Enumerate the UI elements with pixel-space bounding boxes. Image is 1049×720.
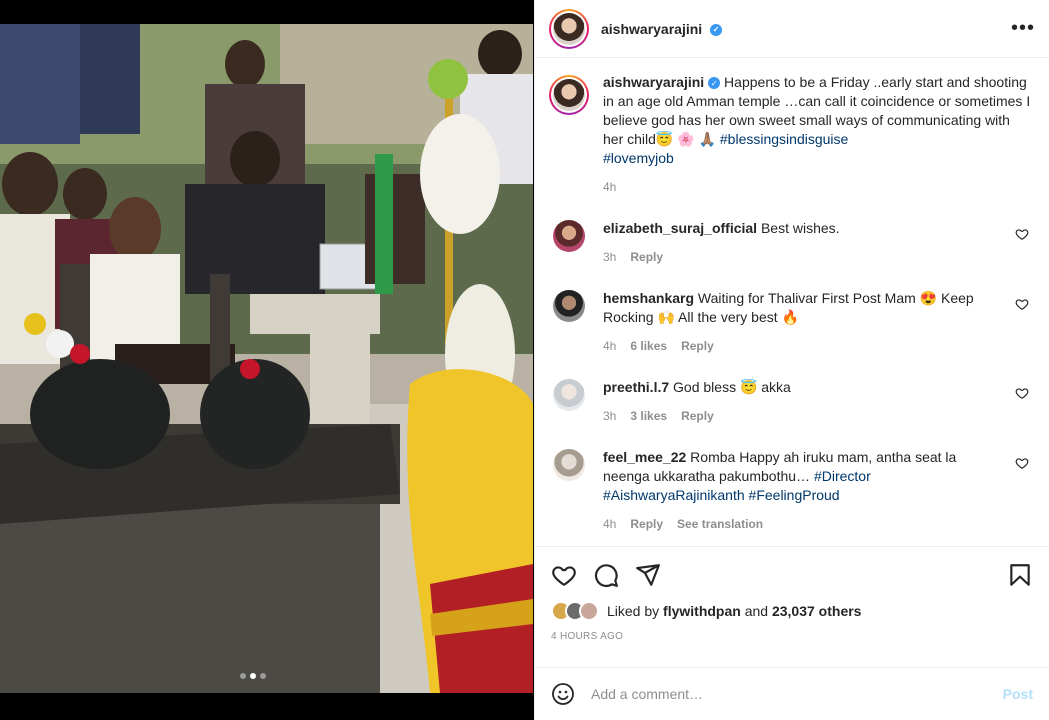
comment-timestamp[interactable]: 4h xyxy=(603,337,616,356)
commenter-username[interactable]: preethi.l.7 xyxy=(603,379,669,395)
carousel-dots xyxy=(240,673,266,679)
comment-timestamp[interactable]: 3h xyxy=(603,407,616,426)
reply-button[interactable]: Reply xyxy=(681,337,714,356)
hashtag-link[interactable]: #FeelingProud xyxy=(749,487,840,503)
action-icons xyxy=(551,561,1033,589)
carousel-dot-active xyxy=(250,673,256,679)
comment-text: God bless 😇 akka xyxy=(669,379,791,395)
save-bookmark-icon[interactable] xyxy=(1007,562,1033,588)
commenter-username[interactable]: feel_mee_22 xyxy=(603,449,686,465)
post-details-pane: aishwaryarajini ✓ ••• aishwaryarajini ✓ H… xyxy=(534,0,1049,720)
share-send-icon[interactable] xyxy=(635,562,661,588)
comment-text: Best wishes. xyxy=(757,220,840,236)
commenter-username[interactable]: hemshankarg xyxy=(603,290,694,306)
comments-list[interactable]: aishwaryarajini ✓ Happens to be a Friday … xyxy=(535,59,1049,546)
post-photo[interactable] xyxy=(0,24,533,693)
comment-timestamp[interactable]: 4h xyxy=(603,515,616,534)
comment-item: feel_mee_22 Romba Happy ah iruku mam, an… xyxy=(549,448,1033,534)
liked-by-username[interactable]: flywithdpan xyxy=(663,603,741,619)
author-username[interactable]: aishwaryarajini ✓ xyxy=(601,21,723,37)
carousel-dot xyxy=(260,673,266,679)
like-comment-heart-icon[interactable] xyxy=(1015,456,1029,470)
see-translation-button[interactable]: See translation xyxy=(677,515,763,534)
reply-button[interactable]: Reply xyxy=(630,248,663,267)
comment-timestamp[interactable]: 3h xyxy=(603,248,616,267)
caption-timestamp[interactable]: 4h xyxy=(603,178,616,197)
likes-others-count[interactable]: 23,037 others xyxy=(772,603,862,619)
author-avatar[interactable] xyxy=(549,8,589,49)
verified-badge-icon: ✓ xyxy=(708,77,721,90)
add-comment-bar: Post xyxy=(535,667,1049,720)
add-comment-input[interactable] xyxy=(591,686,1003,702)
commenter-avatar[interactable] xyxy=(553,449,585,481)
liked-by-label: Liked by xyxy=(607,603,664,619)
avatar-image xyxy=(553,12,585,45)
likes-text: Liked by flywithdpan and 23,037 others xyxy=(607,603,861,619)
commenter-avatar[interactable] xyxy=(553,220,585,252)
commenter-avatar[interactable] xyxy=(553,290,585,322)
post-comment-button[interactable]: Post xyxy=(1003,686,1033,702)
hashtag-link[interactable]: #AishwaryaRajinikanth xyxy=(603,487,745,503)
caption-username[interactable]: aishwaryarajini xyxy=(603,74,704,90)
post-actions: Liked by flywithdpan and 23,037 others 4… xyxy=(535,546,1049,667)
liked-by-and: and xyxy=(740,603,772,619)
post-header: aishwaryarajini ✓ ••• xyxy=(535,0,1049,58)
liker-avatars[interactable] xyxy=(551,601,599,621)
author-username-text[interactable]: aishwaryarajini xyxy=(601,21,702,37)
hashtag-link[interactable]: #Director xyxy=(814,468,871,484)
like-comment-heart-icon[interactable] xyxy=(1015,297,1029,311)
hashtag-link[interactable]: #lovemyjob xyxy=(603,150,674,166)
caption-avatar[interactable] xyxy=(549,75,589,115)
like-comment-heart-icon[interactable] xyxy=(1015,386,1029,400)
likes-summary: Liked by flywithdpan and 23,037 others xyxy=(551,601,1033,621)
carousel-dot xyxy=(240,673,246,679)
post-time-ago[interactable]: 4 HOURS AGO xyxy=(551,631,1033,642)
emoji-smiley-icon[interactable] xyxy=(551,682,575,706)
hashtag-link[interactable]: #blessingsindisguise xyxy=(720,131,848,147)
reply-button[interactable]: Reply xyxy=(630,515,663,534)
post-caption: aishwaryarajini ✓ Happens to be a Friday … xyxy=(549,73,1033,197)
verified-badge-icon: ✓ xyxy=(710,23,723,36)
reply-button[interactable]: Reply xyxy=(681,407,714,426)
comment-item: elizabeth_suraj_official Best wishes. 3h… xyxy=(549,219,1033,267)
more-options-icon[interactable]: ••• xyxy=(1011,17,1035,40)
like-heart-icon[interactable] xyxy=(551,562,577,588)
comment-likes-count[interactable]: 6 likes xyxy=(630,337,667,356)
comment-item: preethi.l.7 God bless 😇 akka 3h 3 likes … xyxy=(549,378,1033,426)
comment-bubble-icon[interactable] xyxy=(593,562,619,588)
avatar-image xyxy=(553,79,585,111)
commenter-username[interactable]: elizabeth_suraj_official xyxy=(603,220,757,236)
commenter-avatar[interactable] xyxy=(553,379,585,411)
temple-shoot-photo xyxy=(0,24,533,693)
comment-likes-count[interactable]: 3 likes xyxy=(630,407,667,426)
like-comment-heart-icon[interactable] xyxy=(1015,227,1029,241)
comment-item: hemshankarg Waiting for Thalivar First P… xyxy=(549,289,1033,356)
